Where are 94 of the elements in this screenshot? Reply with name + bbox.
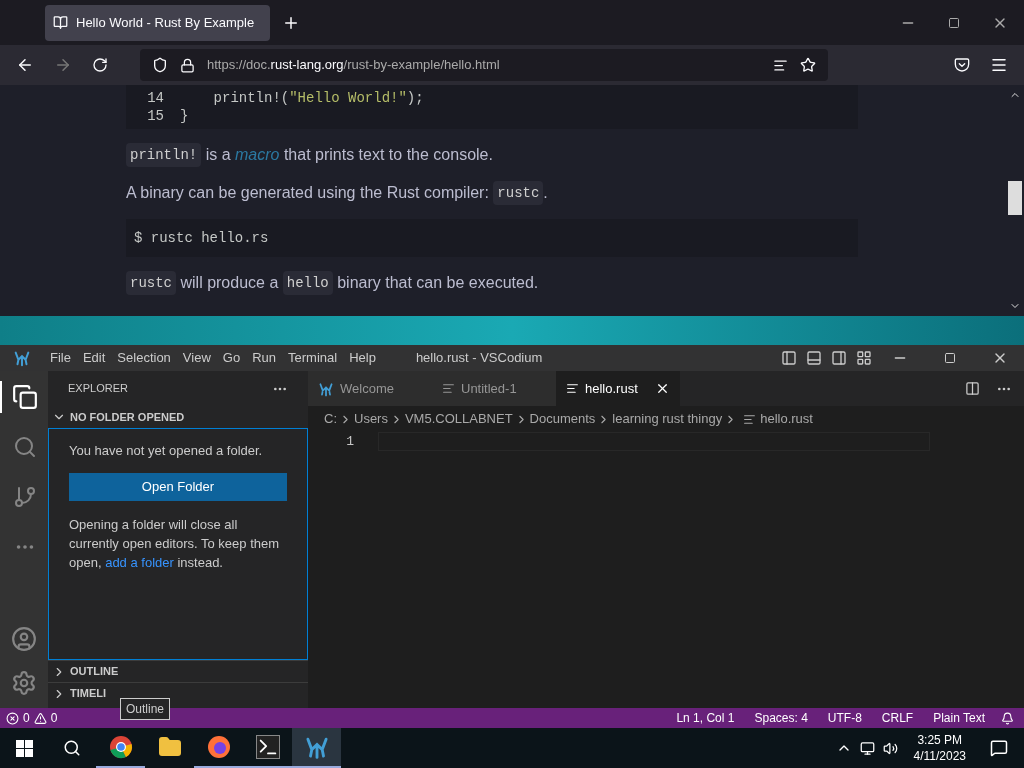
account-icon[interactable] <box>11 626 37 652</box>
menu-item[interactable]: View <box>176 348 217 368</box>
vscodium-logo-icon <box>318 380 334 397</box>
book-icon <box>53 15 68 30</box>
star-icon[interactable] <box>800 57 816 73</box>
inline-code: rustc <box>126 271 176 295</box>
chrome-icon <box>108 735 133 759</box>
menu-icon[interactable] <box>990 56 1008 74</box>
firefox-icon <box>206 735 231 759</box>
window-title: hello.rust - VSCodium <box>415 349 543 368</box>
editor-tab[interactable]: Untitled-1 <box>432 371 556 406</box>
section-header[interactable]: NO FOLDER OPENED <box>48 406 308 428</box>
code-line: println!("Hello World!"); <box>212 89 424 107</box>
paragraph-text: is a <box>204 145 232 165</box>
forward-icon[interactable] <box>54 56 72 74</box>
taskbar-app[interactable] <box>292 728 341 768</box>
line-number: 14 <box>146 89 164 107</box>
pocket-icon[interactable] <box>954 57 970 73</box>
status-item[interactable]: Plain Text <box>925 709 993 727</box>
message-text: You have not yet opened a folder. <box>69 442 264 460</box>
panel-toggle-icon[interactable] <box>806 350 822 366</box>
clock-time[interactable]: 3:25 PM <box>917 732 963 748</box>
clock-date[interactable]: 4/11/2023 <box>913 748 966 764</box>
section-header[interactable]: OUTLINE <box>48 660 308 682</box>
menu-item[interactable]: Terminal <box>282 348 344 368</box>
split-editor-icon[interactable] <box>965 381 980 396</box>
explorer-title: EXPLORER <box>68 381 129 397</box>
notifications-icon[interactable] <box>990 739 1008 757</box>
vscodium-logo-icon <box>13 349 31 367</box>
paragraph-text: that prints text to the console. <box>282 145 493 165</box>
shield-icon <box>152 57 168 73</box>
inline-code: println! <box>126 143 202 167</box>
back-icon[interactable] <box>16 56 34 74</box>
branch-icon[interactable] <box>13 485 37 509</box>
breadcrumb[interactable]: C: <box>324 409 337 429</box>
menu-item[interactable]: Selection <box>111 348 177 368</box>
error-count[interactable]: 0 <box>23 709 30 727</box>
reload-icon[interactable] <box>92 57 108 73</box>
status-item[interactable]: Ln 1, Col 1 <box>668 709 743 727</box>
warning-icon[interactable] <box>33 711 47 725</box>
files-icon[interactable] <box>12 384 38 410</box>
status-item[interactable]: UTF-8 <box>819 709 870 727</box>
menu-item[interactable]: Help <box>343 348 382 368</box>
volume-icon[interactable] <box>882 740 898 756</box>
menu-item[interactable]: Edit <box>76 348 112 368</box>
reader-view-icon[interactable] <box>773 57 788 73</box>
note-text: Opening a folder will close all currently open editors. To keep them open, add a folder instead. <box>69 515 281 572</box>
paragraph-text: binary that can be executed. <box>336 273 539 293</box>
error-icon[interactable] <box>6 711 19 725</box>
search-icon[interactable] <box>63 739 81 757</box>
tooltip: Outline <box>120 698 171 720</box>
file-lines-icon <box>442 382 455 395</box>
breadcrumb[interactable]: Documents <box>529 409 596 429</box>
paragraph-text: will produce a <box>179 273 280 293</box>
sidebar-toggle-icon[interactable] <box>781 350 797 366</box>
file-lines-icon <box>743 412 757 426</box>
menu-item[interactable]: File <box>44 348 77 368</box>
editor-tab[interactable]: Welcome <box>308 371 432 406</box>
network-icon[interactable] <box>859 740 875 756</box>
notification-icon[interactable] <box>1001 711 1014 725</box>
status-item[interactable]: Spaces: 4 <box>746 709 816 727</box>
layout-icon[interactable] <box>856 350 872 366</box>
breadcrumb[interactable]: VM5.COLLABNET <box>404 409 513 429</box>
breadcrumb[interactable]: Users <box>354 409 388 429</box>
menu-item[interactable]: Run <box>246 348 282 368</box>
address-bar[interactable]: https://doc.rust-lang.org/rust-by-example/hello.html <box>140 49 828 81</box>
line-number: 1 <box>346 433 354 451</box>
close-tab-icon[interactable] <box>655 381 670 396</box>
scroll-thumb[interactable] <box>1008 181 1022 215</box>
editor-tab[interactable]: hello.rust <box>556 371 680 406</box>
inline-code: hello <box>282 271 333 295</box>
inline-code: rustc <box>493 181 544 205</box>
warning-count[interactable]: 0 <box>50 709 58 727</box>
line-number: 15 <box>146 107 164 125</box>
secondary-sidebar-toggle-icon[interactable] <box>831 350 847 366</box>
browser-tab[interactable]: Hello World - Rust By Example <box>45 4 270 41</box>
settings-icon[interactable] <box>11 670 37 696</box>
breadcrumb[interactable]: hello.rust <box>760 409 813 429</box>
folder-icon <box>157 735 182 759</box>
menu-item[interactable]: Go <box>216 348 247 368</box>
command-block: $ rustc hello.rs <box>126 219 858 257</box>
file-lines-icon <box>566 382 579 395</box>
open-folder-button[interactable]: Open Folder <box>69 472 287 501</box>
paragraph-text: . <box>543 183 548 203</box>
maximize-icon[interactable] <box>948 16 960 29</box>
breadcrumb[interactable]: learning rust thingy <box>612 409 723 429</box>
add-folder-link[interactable]: add a folder <box>105 554 174 570</box>
status-item[interactable]: CRLF <box>873 709 922 727</box>
windows-icon[interactable] <box>15 739 33 757</box>
maximize-icon[interactable] <box>944 352 956 364</box>
terminal-icon <box>255 735 280 759</box>
lock-icon <box>180 57 195 73</box>
code-line: } <box>180 107 189 125</box>
paragraph-text: A binary can be generated using the Rust compiler: <box>126 183 490 203</box>
